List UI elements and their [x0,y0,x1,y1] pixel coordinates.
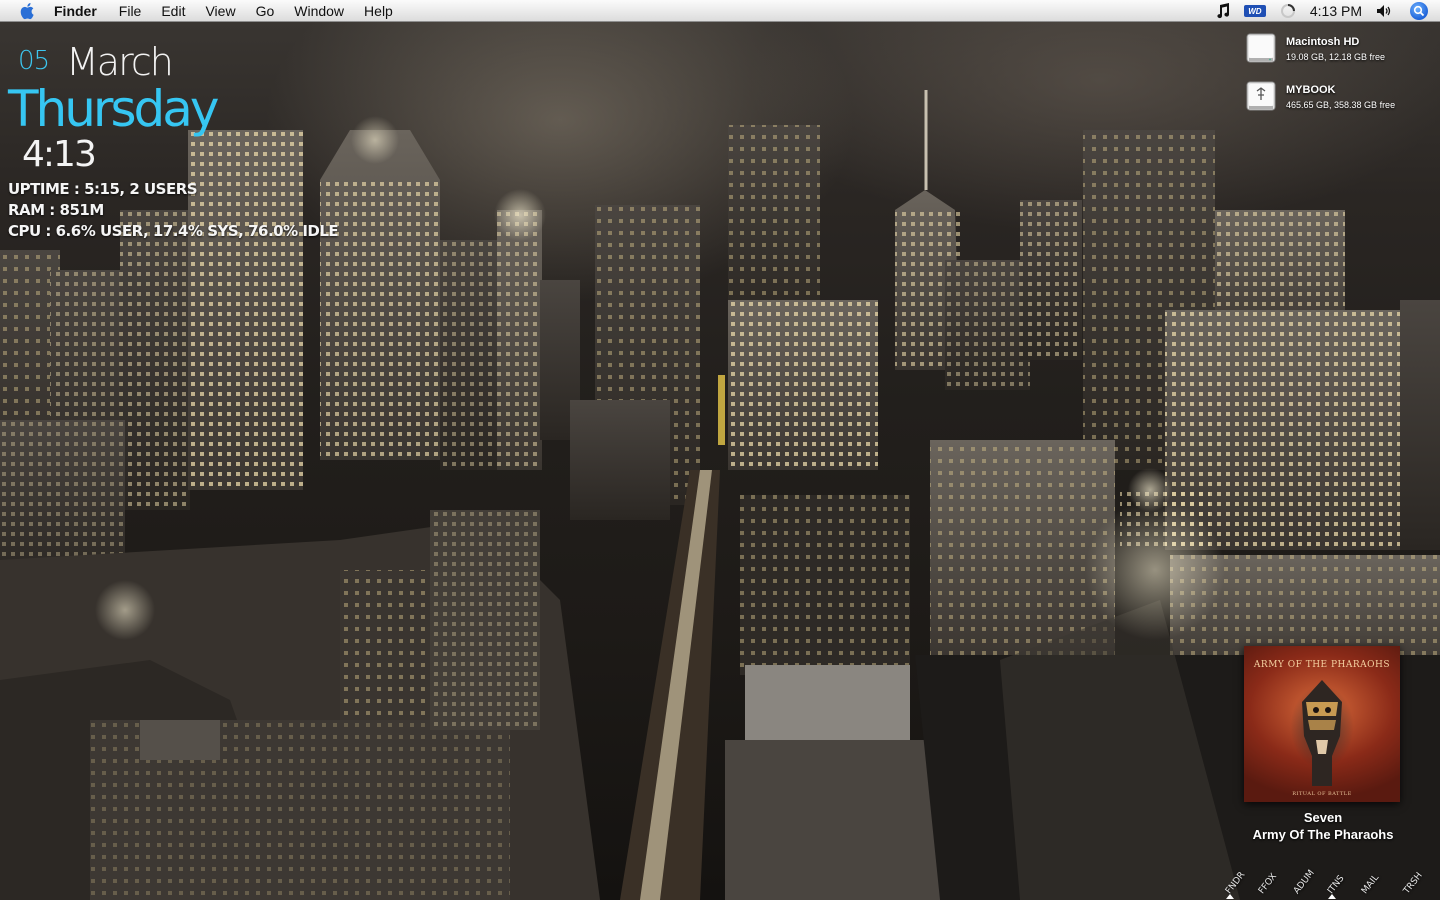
wd-label: WD [1243,5,1266,17]
drive-info: 465.65 GB, 358.38 GB free [1286,100,1396,110]
dock-item-adium[interactable]: ADUM [1290,868,1326,900]
apple-icon[interactable] [18,1,38,21]
dock-label: FFOX [1257,871,1280,897]
widget-uptime: UPTIME : 5:15, 2 USERS [8,180,198,198]
wd-drive-icon[interactable]: WD [1243,0,1266,22]
dock-label: TRSH [1402,870,1425,897]
menu-file[interactable]: File [119,0,142,22]
itunes-note-icon[interactable] [1216,0,1230,22]
menu-bar: Finder File Edit View Go Window Help WD … [0,0,1440,22]
activity-spinner-icon[interactable] [1280,0,1296,22]
drive-info: 19.08 GB, 12.18 GB free [1286,52,1386,62]
album-artwork[interactable]: ARMY OF THE PHARAOHS RITUAL OF BATTLE [1244,646,1400,802]
menu-clock[interactable]: 4:13 PM [1310,3,1362,19]
menu-go[interactable]: Go [256,0,275,22]
running-indicator-icon [1226,894,1234,899]
menu-app-finder[interactable]: Finder [54,0,97,22]
dock-label: MAIL [1360,872,1382,897]
menu-window[interactable]: Window [294,0,344,22]
widget-day-number: 05 [18,46,50,76]
dock-item-finder[interactable]: FNDR [1222,868,1258,900]
hard-drive-icon [1246,32,1276,66]
menu-help[interactable]: Help [364,0,393,22]
menu-edit[interactable]: Edit [161,0,185,22]
now-playing-track: Seven [1303,810,1343,825]
now-playing-artist: Army Of The Pharaohs [1252,827,1394,842]
external-drive-icon [1246,80,1276,114]
dock-label: ADUM [1292,868,1317,897]
drive-name: Macintosh HD [1286,36,1360,48]
spotlight-icon[interactable] [1410,2,1428,20]
volume-icon[interactable] [1376,0,1392,22]
menu-view[interactable]: View [205,0,235,22]
dock-label: FNDR [1224,870,1248,897]
dock-item-firefox[interactable]: FFOX [1255,868,1291,900]
widget-ram: RAM : 851M [8,201,104,219]
widget-weekday: Thursday [8,80,219,138]
desktop-icon-macintosh-hd[interactable]: Macintosh HD 19.08 GB, 12.18 GB free [1246,32,1436,72]
widget-month: March [66,40,174,84]
widget-time: 4:13 [22,134,97,175]
widget-cpu: CPU : 6.6% USER, 17.4% SYS, 76.0% IDLE [8,222,339,240]
dock-item-itunes[interactable]: ITNS [1324,868,1360,900]
album-cover-title: ARMY OF THE PHARAOHS [1253,660,1391,670]
drive-name: MYBOOK [1286,84,1336,96]
dock-label: ITNS [1326,873,1347,897]
running-indicator-icon [1328,894,1336,899]
album-cover-subtitle: RITUAL OF BATTLE [1292,791,1352,797]
dock-item-mail[interactable]: MAIL [1358,868,1394,900]
dock-item-trash[interactable]: TRSH [1400,868,1436,900]
desktop-icon-mybook[interactable]: MYBOOK 465.65 GB, 358.38 GB free [1246,80,1436,120]
pharaoh-artwork-icon [1302,680,1342,786]
